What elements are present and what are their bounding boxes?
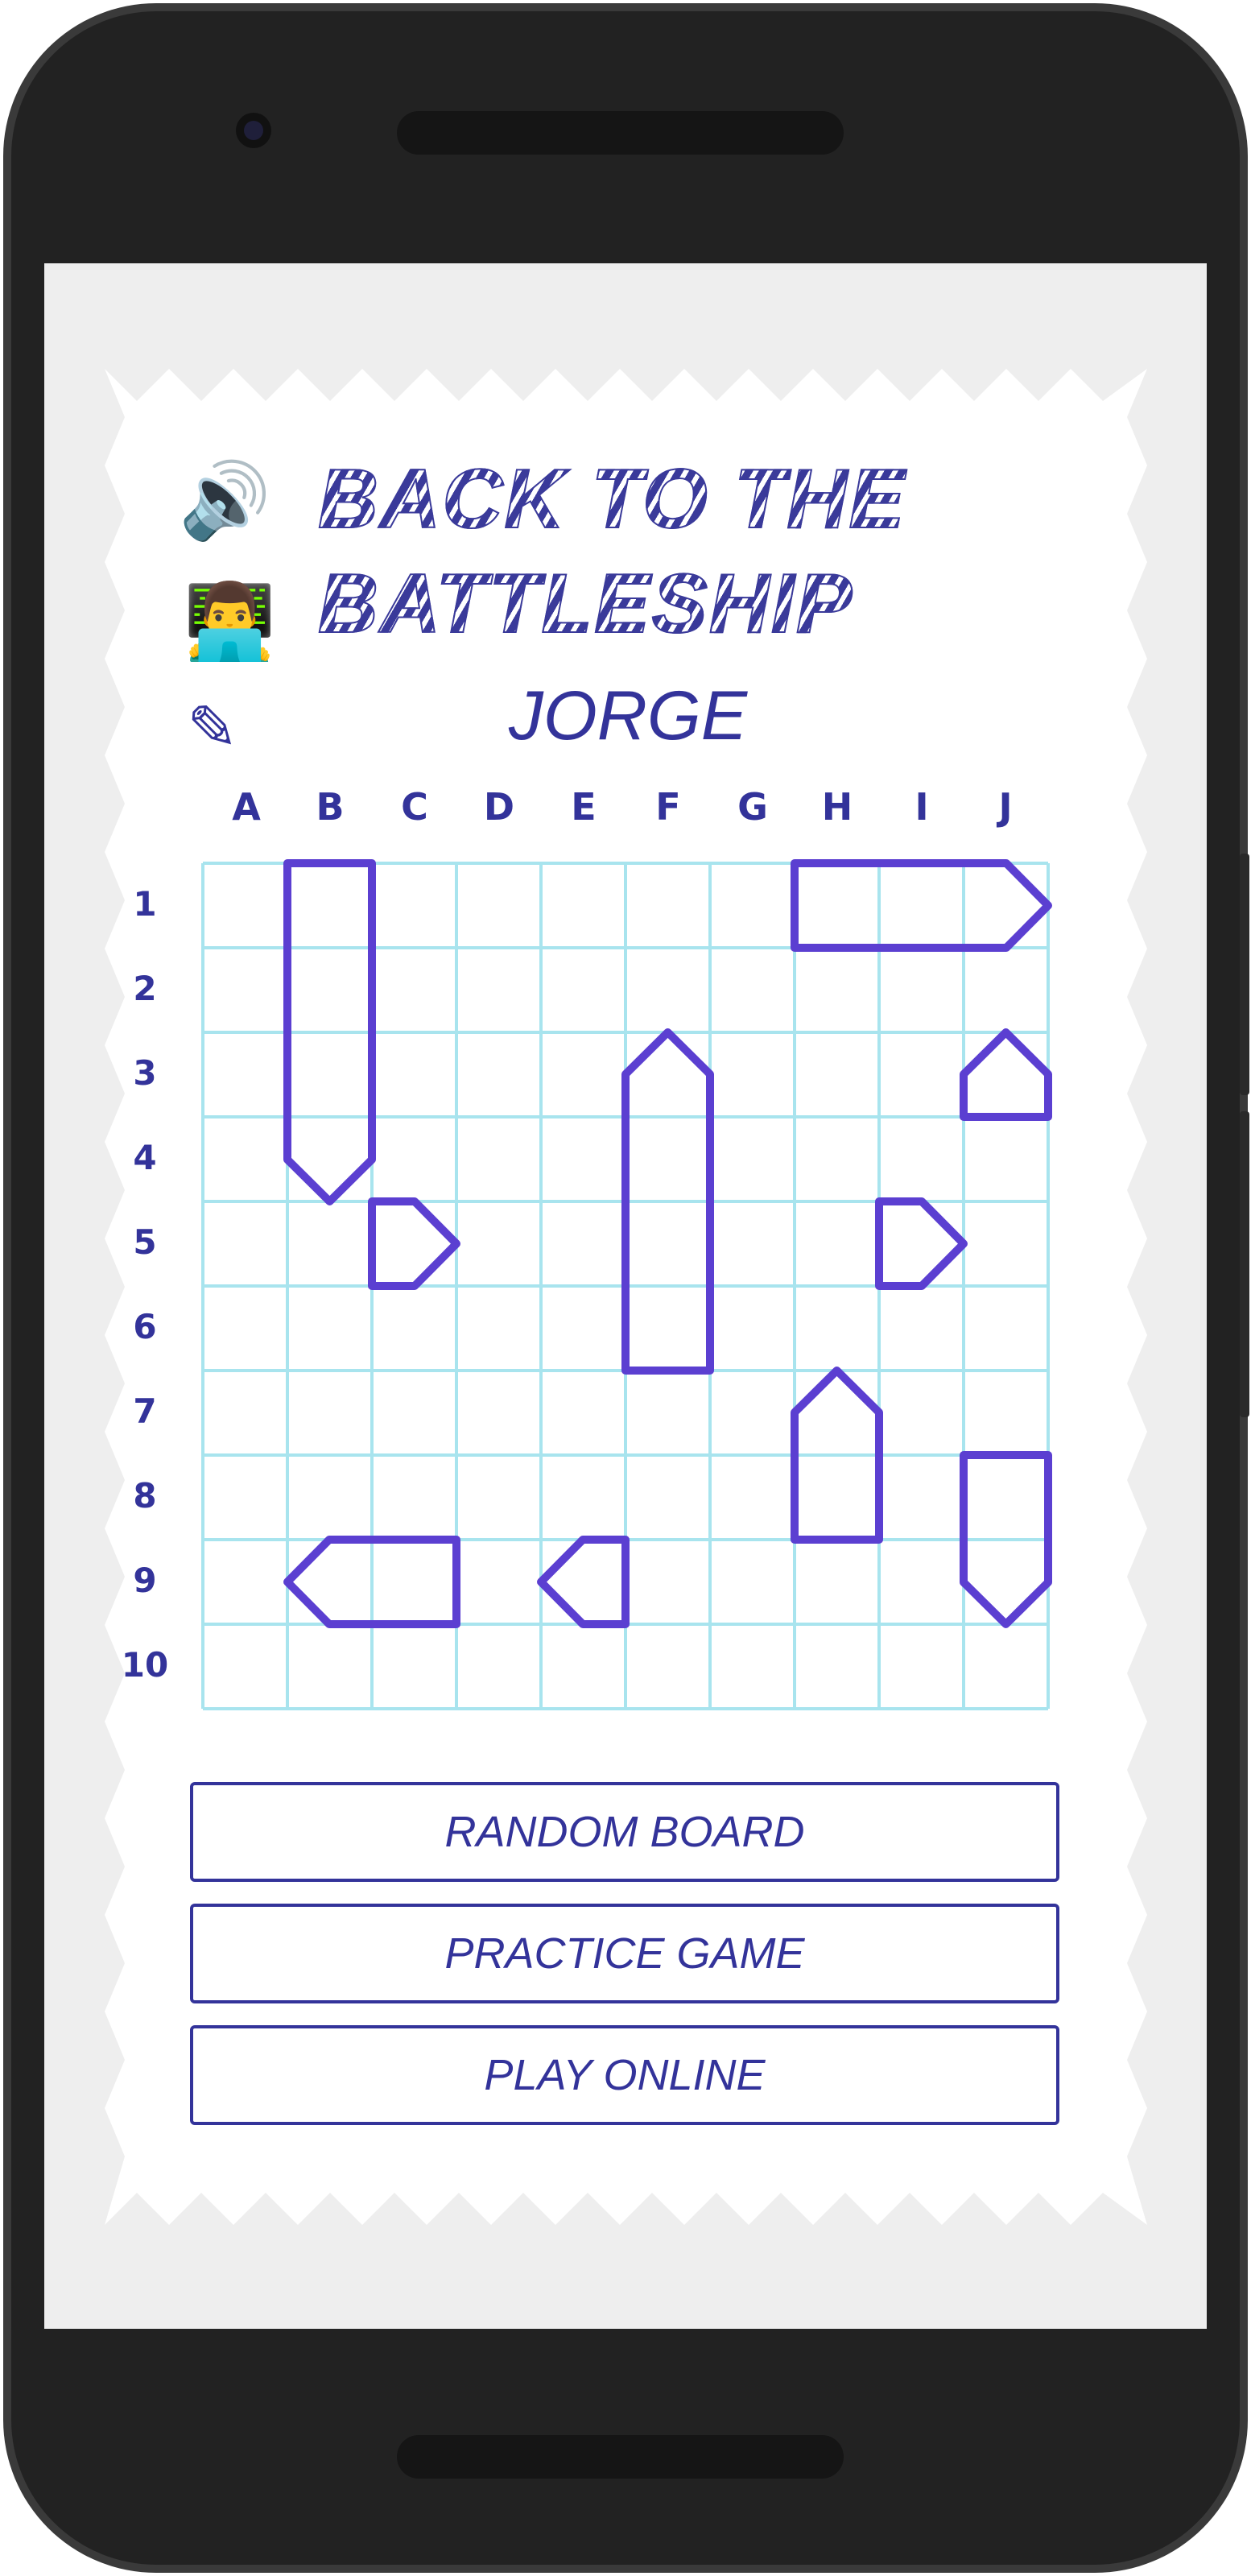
row-header: 9 — [133, 1561, 157, 1600]
random-board-button[interactable]: RANDOM BOARD — [190, 1782, 1059, 1882]
row-header: 5 — [133, 1222, 157, 1262]
row-header: 10 — [121, 1645, 169, 1685]
column-header: F — [655, 785, 681, 829]
practice-game-button[interactable]: PRACTICE GAME — [190, 1904, 1059, 2003]
column-header: H — [821, 785, 853, 829]
ship-i5[interactable] — [875, 1197, 968, 1290]
row-header: 4 — [133, 1138, 157, 1177]
player-name[interactable]: JORGE — [403, 676, 853, 756]
game-board[interactable] — [193, 854, 1063, 1723]
play-online-button[interactable]: PLAY ONLINE — [190, 2025, 1059, 2125]
column-header: G — [737, 785, 768, 829]
ship-j3[interactable] — [960, 1028, 1052, 1121]
row-header: 3 — [133, 1053, 157, 1093]
ship-h1[interactable] — [791, 859, 1052, 952]
phone-frame: 🔊 👨‍💻 ✎ BACK TO THE BATTLESHIP JORGE A B… — [0, 0, 1251, 2576]
row-header: 2 — [133, 969, 157, 1008]
column-header: C — [401, 785, 428, 829]
technologist-icon[interactable]: 👨‍💻 — [184, 581, 276, 662]
app-title-line-2: BATTLESHIP — [317, 557, 854, 651]
column-header: A — [232, 785, 261, 829]
column-header: B — [316, 785, 345, 829]
row-header: 7 — [133, 1391, 157, 1431]
pencil-icon[interactable]: ✎ — [187, 688, 238, 769]
row-header: 6 — [133, 1307, 157, 1346]
ship-c5[interactable] — [368, 1197, 460, 1290]
column-header: I — [915, 785, 929, 829]
row-header: 1 — [133, 884, 157, 924]
speaker-icon[interactable]: 🔊 — [179, 461, 271, 541]
row-header: 8 — [133, 1476, 157, 1515]
column-header: J — [998, 785, 1013, 829]
column-header: D — [483, 785, 515, 829]
column-header: E — [571, 785, 597, 829]
app-title-line-1: BACK TO THE — [317, 453, 906, 546]
ship-e9[interactable] — [537, 1536, 630, 1628]
